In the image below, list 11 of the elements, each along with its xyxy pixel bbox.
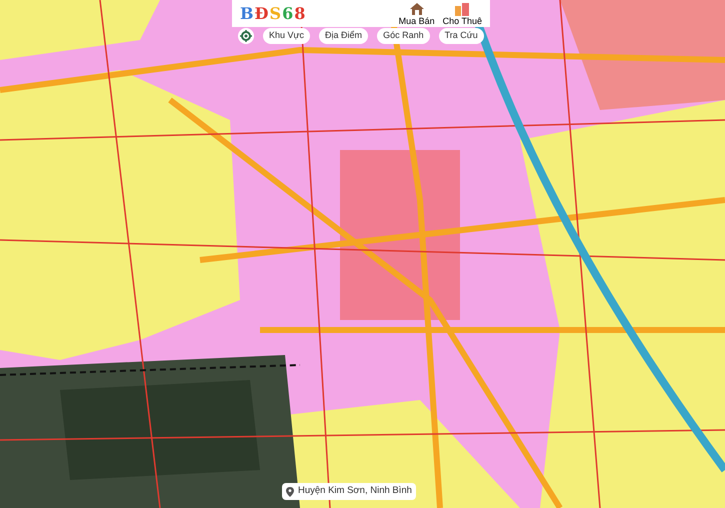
location-text: Huyện Kim Sơn, Ninh Bình [298, 484, 412, 498]
tool-button[interactable]: Góc Ranh [377, 28, 430, 44]
crosshair-icon [240, 30, 252, 42]
menu-link[interactable]: Mua Bán [398, 2, 435, 26]
menu-link[interactable]: Cho Thuê [442, 2, 482, 26]
tool-button[interactable]: Địa Điểm [319, 28, 368, 44]
tool-button[interactable]: Khu Vực [263, 28, 310, 44]
logo[interactable]: BĐS68 [240, 2, 306, 26]
map-pin-icon [286, 486, 294, 496]
tool-button[interactable]: Tra Cứu [438, 28, 484, 44]
buildings-icon [454, 2, 470, 16]
